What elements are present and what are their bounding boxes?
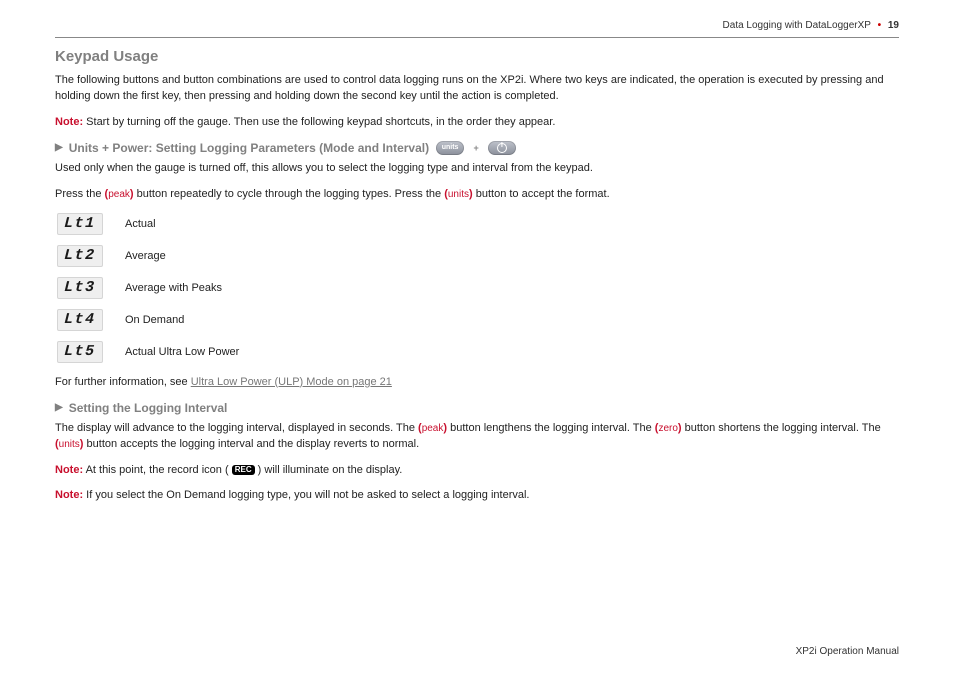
table-row: Lt2 Average xyxy=(57,245,899,267)
power-key-icon xyxy=(488,141,516,155)
units-keyword: units xyxy=(59,439,80,450)
note-3: Note: If you select the On Demand loggin… xyxy=(55,488,899,504)
sub1-press-line: Press the (peak) button repeatedly to cy… xyxy=(55,187,899,203)
footer-text: XP2i Operation Manual xyxy=(796,646,899,657)
lcd-cell: Lt1 xyxy=(57,213,103,235)
subhead-units-power: ▶ Units + Power: Setting Logging Paramet… xyxy=(55,141,899,155)
lcd-code-table: Lt1 Actual Lt2 Average Lt3 Average with … xyxy=(57,213,899,363)
lcd-code: Lt2 xyxy=(64,247,96,264)
header-rule xyxy=(55,37,899,38)
lcd-cell: Lt5 xyxy=(57,341,103,363)
table-row: Lt1 Actual xyxy=(57,213,899,235)
note-label: Note: xyxy=(55,116,83,128)
lcd-label: On Demand xyxy=(125,314,184,326)
running-header: Data Logging with DataLoggerXP • 19 xyxy=(55,20,899,31)
table-row: Lt3 Average with Peaks xyxy=(57,277,899,299)
lcd-label: Actual xyxy=(125,218,156,230)
triangle-icon: ▶ xyxy=(55,142,63,153)
ulp-link[interactable]: Ultra Low Power (ULP) Mode on page 21 xyxy=(191,376,392,388)
triangle-icon: ▶ xyxy=(55,402,63,413)
lcd-cell: Lt4 xyxy=(57,309,103,331)
lcd-code: Lt4 xyxy=(64,311,96,328)
table-row: Lt5 Actual Ultra Low Power xyxy=(57,341,899,363)
text-fragment: At this point, the record icon ( xyxy=(86,464,232,476)
subhead-logging-interval: ▶ Setting the Logging Interval xyxy=(55,401,899,415)
table-row: Lt4 On Demand xyxy=(57,309,899,331)
text-fragment: button accepts the logging interval and … xyxy=(83,438,419,450)
text-fragment: button lengthens the logging interval. T… xyxy=(447,422,655,434)
lcd-code: Lt3 xyxy=(64,279,96,296)
subhead-2-title: Setting the Logging Interval xyxy=(69,401,228,415)
lcd-label: Average with Peaks xyxy=(125,282,222,294)
text-fragment: For further information, see xyxy=(55,376,191,388)
units-key-label: units xyxy=(442,144,459,151)
units-keyword: units xyxy=(448,189,469,200)
note-1-body: Start by turning off the gauge. Then use… xyxy=(86,116,555,128)
units-key-icon: units xyxy=(436,141,464,155)
sub2-body: The display will advance to the logging … xyxy=(55,421,899,453)
sub1-desc: Used only when the gauge is turned off, … xyxy=(55,161,899,177)
plus-icon: + xyxy=(471,143,481,153)
text-fragment: Press the xyxy=(55,188,105,200)
lcd-cell: Lt3 xyxy=(57,277,103,299)
further-info: For further information, see Ultra Low P… xyxy=(55,375,899,391)
running-title: Data Logging with DataLoggerXP xyxy=(723,20,871,31)
note-label: Note: xyxy=(55,464,83,476)
note-3-body: If you select the On Demand logging type… xyxy=(86,489,529,501)
text-fragment: ) will illuminate on the display. xyxy=(255,464,403,476)
header-bullet: • xyxy=(878,20,882,31)
note-1: Note: Start by turning off the gauge. Th… xyxy=(55,115,899,131)
text-fragment: button shortens the logging interval. Th… xyxy=(682,422,881,434)
lcd-code: Lt5 xyxy=(64,343,96,360)
note-2: Note: At this point, the record icon ( R… xyxy=(55,463,899,479)
section-title: Keypad Usage xyxy=(55,48,899,65)
lcd-label: Actual Ultra Low Power xyxy=(125,346,239,358)
rec-icon: REC xyxy=(232,465,255,475)
note-label: Note: xyxy=(55,489,83,501)
intro-paragraph: The following buttons and button combina… xyxy=(55,73,899,105)
page-body: Data Logging with DataLoggerXP • 19 Keyp… xyxy=(0,0,954,504)
peak-keyword: peak xyxy=(108,189,130,200)
text-fragment: button to accept the format. xyxy=(473,188,610,200)
peak-keyword: peak xyxy=(422,423,444,434)
lcd-label: Average xyxy=(125,250,166,262)
text-fragment: button repeatedly to cycle through the l… xyxy=(134,188,445,200)
subhead-1-title: Units + Power: Setting Logging Parameter… xyxy=(69,141,429,155)
page-number: 19 xyxy=(888,20,899,31)
lcd-cell: Lt2 xyxy=(57,245,103,267)
text-fragment: The display will advance to the logging … xyxy=(55,422,418,434)
zero-keyword: zero xyxy=(658,423,677,434)
lcd-code: Lt1 xyxy=(64,215,96,232)
